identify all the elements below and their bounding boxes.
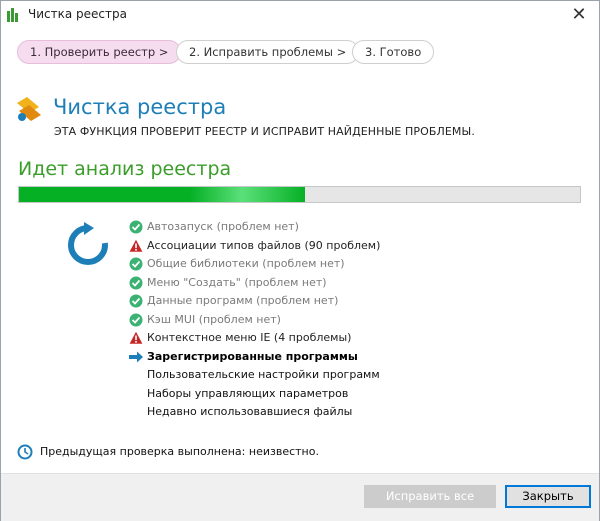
checklist-item-label: Ассоциации типов файлов (90 проблем) xyxy=(147,238,381,252)
checklist-item-label: Контекстное меню IE (4 проблемы) xyxy=(147,331,352,344)
footer-bar: Исправить все Закрыть xyxy=(1,473,599,521)
checklist-item: Недавно использовавшиеся файлы xyxy=(129,403,549,422)
checklist-item: Меню "Создать" (проблем нет) xyxy=(129,274,549,293)
title-bar: Чистка реестра ✕ xyxy=(1,1,599,29)
checklist-item: Ассоциации типов файлов (90 проблем) xyxy=(129,237,549,256)
warning-icon xyxy=(129,331,143,345)
progress-bar xyxy=(18,186,581,203)
fix-all-button[interactable]: Исправить все xyxy=(364,485,496,508)
registry-cleaner-icon xyxy=(17,97,41,121)
checklist-item-label: Пользовательские настройки программ xyxy=(147,368,380,381)
last-scan-status-text: Предыдущая проверка выполнена: неизвестн… xyxy=(40,445,319,458)
close-button[interactable]: Закрыть xyxy=(505,485,591,508)
checklist-item-label: Недавно использовавшиеся файлы xyxy=(147,405,353,418)
checklist-item: Наборы управляющих параметров xyxy=(129,385,549,404)
registry-cleaner-window: Чистка реестра ✕ 1. Проверить реестр > 2… xyxy=(0,0,600,521)
checklist-item: Общие библиотеки (проблем нет) xyxy=(129,255,549,274)
checklist-item-label: Кэш MUI (проблем нет) xyxy=(147,312,281,326)
checklist-item-label: Общие библиотеки (проблем нет) xyxy=(147,257,345,270)
close-window-button[interactable]: ✕ xyxy=(559,1,599,29)
window-title: Чистка реестра xyxy=(28,7,127,21)
page-subtitle: ЭТА ФУНКЦИЯ ПРОВЕРИТ РЕЕСТР И ИСПРАВИТ Н… xyxy=(54,125,475,138)
scan-checklist: Автозапуск (проблем нет) Ассоциации типов… xyxy=(129,218,549,422)
checklist-item: Автозапуск (проблем нет) xyxy=(129,218,549,237)
checklist-item: Данные программ (проблем нет) xyxy=(129,292,549,311)
step-3-done[interactable]: 3. Готово xyxy=(352,40,435,64)
checklist-item-label: Автозапуск (проблем нет) xyxy=(147,220,299,233)
arrow-right-icon xyxy=(129,350,143,364)
checklist-item-label: Меню "Создать" (проблем нет) xyxy=(147,275,327,289)
progress-fill xyxy=(19,187,306,202)
step-1-check-registry[interactable]: 1. Проверить реестр > xyxy=(17,40,182,64)
check-circle-icon xyxy=(129,276,143,290)
step-2-fix-problems[interactable]: 2. Исправить проблемы > xyxy=(176,40,360,64)
check-circle-icon xyxy=(129,313,143,327)
clock-icon xyxy=(17,444,33,460)
checklist-item: Кэш MUI (проблем нет) xyxy=(129,311,549,330)
checklist-item-label: Зарегистрированные программы xyxy=(147,349,358,363)
checklist-item-label: Наборы управляющих параметров xyxy=(147,386,349,400)
check-circle-icon xyxy=(129,257,143,271)
app-icon xyxy=(7,8,18,22)
checklist-item: Пользовательские настройки программ xyxy=(129,366,549,385)
analysis-title: Идет анализ реестра xyxy=(18,158,232,180)
page-title: Чистка реестра xyxy=(53,95,227,119)
check-circle-icon xyxy=(129,294,143,308)
check-circle-icon xyxy=(129,220,143,234)
checklist-item: Контекстное меню IE (4 проблемы) xyxy=(129,329,549,348)
checklist-item-label: Данные программ (проблем нет) xyxy=(147,294,339,307)
checklist-item: Зарегистрированные программы xyxy=(129,348,549,367)
refresh-icon xyxy=(68,222,108,265)
warning-icon xyxy=(129,239,143,253)
